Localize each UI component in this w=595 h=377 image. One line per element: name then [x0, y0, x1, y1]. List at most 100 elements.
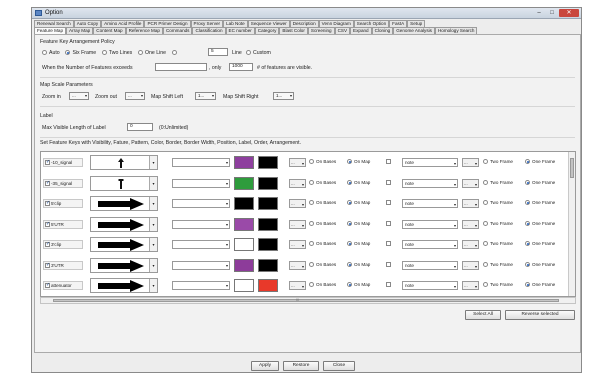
feature-key-name-cell[interactable]: 5'clip: [43, 199, 83, 208]
maximize-button[interactable]: □: [546, 9, 558, 17]
pattern-select[interactable]: ▾: [172, 260, 230, 270]
radio-on-bases[interactable]: On Bases: [309, 221, 336, 226]
feature-key-name-cell[interactable]: 3'clip: [43, 240, 83, 249]
tab-setup[interactable]: Setup: [407, 20, 426, 27]
select-all-button[interactable]: Select All: [465, 310, 501, 320]
tab-fasta[interactable]: FastA: [389, 20, 408, 27]
radio-one-frame[interactable]: One Frame: [525, 159, 555, 165]
tab-auto-copy[interactable]: Auto Copy: [73, 20, 102, 27]
label-checkbox[interactable]: [386, 179, 391, 185]
radio-on-map[interactable]: On Map: [347, 180, 370, 185]
lines-input[interactable]: 5: [208, 48, 228, 56]
radio-one-frame[interactable]: One Frame: [525, 262, 555, 267]
label-select[interactable]: note ▾: [402, 219, 458, 229]
order-select[interactable]: ... ▾: [462, 178, 479, 188]
feature-key-name-cell[interactable]: -10_signal: [43, 158, 83, 167]
pattern-select[interactable]: ▾: [172, 178, 230, 188]
order-select[interactable]: ... ▾: [462, 199, 479, 208]
radio-two-frame[interactable]: Two Frame: [483, 221, 513, 226]
label-select[interactable]: note ▾: [402, 158, 458, 167]
close-button[interactable]: Close: [323, 361, 355, 371]
shape-select[interactable]: ▾: [90, 257, 158, 273]
label-checkbox[interactable]: [386, 261, 391, 267]
scroll-thumb[interactable]: [570, 158, 574, 178]
radio-two-frame[interactable]: Two Frame: [483, 200, 513, 206]
vertical-scrollbar[interactable]: [568, 152, 575, 296]
visibility-checkbox[interactable]: [45, 180, 50, 187]
max-label-length-input[interactable]: 0: [127, 123, 153, 131]
tab-array-map[interactable]: Array Map: [66, 27, 94, 34]
color-swatch[interactable]: [234, 217, 254, 231]
label-select[interactable]: note ▾: [402, 240, 458, 249]
radio-six-frame[interactable]: Six Frame: [65, 50, 96, 56]
horizontal-scrollbar[interactable]: III: [40, 297, 576, 304]
tab-search-option[interactable]: Search Option: [353, 20, 390, 27]
border-color-swatch[interactable]: [258, 238, 278, 251]
radio-auto[interactable]: Auto: [42, 50, 60, 56]
visibility-checkbox[interactable]: [45, 159, 50, 166]
radio-on-bases[interactable]: On Bases: [309, 200, 336, 206]
tab-genome-analysis[interactable]: Genome Analysis: [393, 27, 435, 34]
shape-select[interactable]: ▾: [90, 216, 158, 232]
radio-one-frame[interactable]: One Frame: [525, 200, 555, 206]
feature-key-name-cell[interactable]: 3'UTR: [43, 260, 83, 270]
feature-threshold-input[interactable]: [155, 63, 207, 71]
shape-select[interactable]: ▾: [90, 175, 158, 191]
tab-renewal-search[interactable]: Renewal Search: [34, 20, 74, 27]
label-checkbox[interactable]: [386, 220, 391, 226]
tab-homology-search[interactable]: Homology Search: [434, 27, 478, 34]
tab-screening[interactable]: Screening: [307, 27, 335, 34]
feature-key-name-cell[interactable]: attenuator: [43, 281, 83, 290]
radio-on-map[interactable]: On Map: [347, 241, 370, 247]
close-window-button[interactable]: ✕: [559, 9, 579, 17]
radio-one-frame[interactable]: One Frame: [525, 180, 555, 185]
visibility-checkbox[interactable]: [45, 282, 50, 289]
scroll-thumb[interactable]: [53, 299, 559, 302]
apply-button[interactable]: Apply: [251, 361, 279, 371]
tab-csv[interactable]: CSV: [334, 27, 351, 34]
label-select[interactable]: note ▾: [402, 260, 458, 270]
shape-select[interactable]: ▾: [90, 196, 158, 211]
border-color-swatch[interactable]: [258, 176, 278, 190]
border-width-select[interactable]: ... ▾: [289, 158, 306, 167]
color-swatch[interactable]: [234, 258, 254, 272]
tab-lab-note[interactable]: Lab Note: [223, 20, 248, 27]
reverse-selected-button[interactable]: Reverse selected: [505, 310, 575, 320]
radio-two-frame[interactable]: Two Frame: [483, 180, 513, 185]
shift-right-select[interactable]: 1... ▾: [273, 92, 294, 100]
tab-category[interactable]: Category: [254, 27, 280, 34]
order-select[interactable]: ... ▾: [462, 260, 479, 270]
color-swatch[interactable]: [234, 197, 254, 210]
pattern-select[interactable]: ▾: [172, 199, 230, 208]
border-width-select[interactable]: ... ▾: [289, 219, 306, 229]
tab-classification[interactable]: Classification: [192, 27, 226, 34]
tab-venn-diagram[interactable]: Venn Diagram: [318, 20, 354, 27]
visible-count-input[interactable]: 1000: [229, 63, 253, 71]
radio-on-bases[interactable]: On Bases: [309, 282, 336, 288]
radio-two-frame[interactable]: Two Frame: [483, 241, 513, 247]
tab-ec-number[interactable]: EC number: [225, 27, 255, 34]
order-select[interactable]: ... ▾: [462, 158, 479, 167]
tab-feature-map[interactable]: Feature Map: [34, 27, 67, 34]
tab-amino-acid-profile[interactable]: Amino Acid Profile: [101, 20, 145, 27]
label-checkbox[interactable]: [386, 241, 391, 246]
color-swatch[interactable]: [234, 279, 254, 292]
feature-key-name-cell[interactable]: 5'UTR: [43, 219, 83, 229]
border-color-swatch[interactable]: [258, 217, 278, 231]
visibility-checkbox[interactable]: [45, 221, 50, 228]
border-color-swatch[interactable]: [258, 197, 278, 210]
color-swatch[interactable]: [234, 156, 254, 169]
tab-pcr-primer-design[interactable]: PCR Primer Design: [144, 20, 191, 27]
radio-two-frame[interactable]: Two Frame: [483, 159, 513, 165]
label-select[interactable]: note ▾: [402, 199, 458, 208]
tab-sequence-viewer[interactable]: Sequence Viewer: [247, 20, 290, 27]
border-color-swatch[interactable]: [258, 156, 278, 169]
minimize-button[interactable]: –: [533, 9, 545, 17]
tab-commands[interactable]: Commands: [162, 27, 193, 34]
zoom-in-select[interactable]: ... ▾: [69, 92, 89, 100]
color-swatch[interactable]: [234, 238, 254, 251]
tab-content-map[interactable]: Content Map: [93, 27, 126, 34]
border-width-select[interactable]: ... ▾: [289, 260, 306, 270]
label-select[interactable]: note ▾: [402, 281, 458, 290]
feature-key-name-cell[interactable]: -35_signal: [43, 178, 83, 188]
